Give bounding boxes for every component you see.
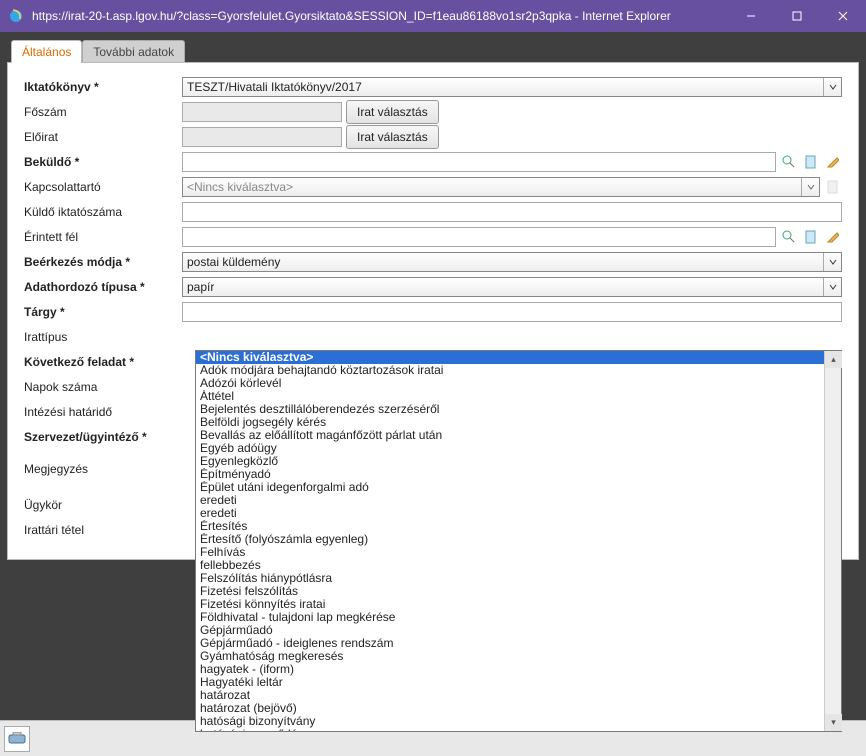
dropdown-option[interactable]: Értesítés <box>196 520 824 533</box>
scroll-up-icon[interactable]: ▴ <box>825 351 842 368</box>
label-targy: Tárgy * <box>24 305 182 319</box>
dropdown-option[interactable]: Bejelentés desztillálóberendezés szerzés… <box>196 403 824 416</box>
dropdown-option[interactable]: Felhívás <box>196 546 824 559</box>
dropdown-option[interactable]: hatósági szerződés <box>196 728 824 731</box>
label-erintett-fel: Érintett fél <box>24 230 182 244</box>
tabs: Általános További adatok <box>7 39 859 62</box>
dropdown-option[interactable]: <Nincs kiválasztva> <box>196 351 824 364</box>
dropdown-option[interactable]: határozat <box>196 689 824 702</box>
app-frame: Általános További adatok Iktatókönyv * T… <box>0 32 866 720</box>
input-eloirat[interactable] <box>182 127 342 147</box>
tab-tovabbi-adatok[interactable]: További adatok <box>82 40 185 63</box>
dropdown-option[interactable]: Bevallás az előállított magánfőzött párl… <box>196 429 824 442</box>
button-foszam-irat-valasztas[interactable]: Irat választás <box>346 100 439 124</box>
tab-altalanos[interactable]: Általános <box>11 40 82 63</box>
new-doc-icon[interactable] <box>802 228 820 246</box>
edit-icon[interactable] <box>824 153 842 171</box>
label-megjegyzes: Megjegyzés <box>24 462 182 476</box>
window-maximize-button[interactable] <box>774 0 820 32</box>
dropdown-option[interactable]: fellebbezés <box>196 559 824 572</box>
dropdown-option[interactable]: Építményadó <box>196 468 824 481</box>
window-minimize-button[interactable] <box>728 0 774 32</box>
dropdown-option[interactable]: Egyéb adóügy <box>196 442 824 455</box>
input-foszam[interactable] <box>182 102 342 122</box>
new-doc-icon[interactable] <box>824 178 842 196</box>
dropdown-list[interactable]: <Nincs kiválasztva>Adók módjára behajtan… <box>196 351 824 731</box>
dropdown-option[interactable]: határozat (bejövő) <box>196 702 824 715</box>
select-beerkezes-modja[interactable]: postai küldemény <box>182 252 842 272</box>
label-bekuldo: Beküldő * <box>24 155 182 169</box>
select-adathordozo-tipusa[interactable]: papír <box>182 277 842 297</box>
input-bekuldo[interactable] <box>182 152 776 172</box>
label-ugykor: Ügykör <box>24 498 182 512</box>
label-beerkezes-modja: Beérkezés módja * <box>24 255 182 269</box>
dropdown-option[interactable]: hatósági bizonyítvány <box>196 715 824 728</box>
select-beerkezes-modja-value: postai küldemény <box>187 255 280 269</box>
label-eloirat: Előirat <box>24 130 182 144</box>
dropdown-option[interactable]: Értesítő (folyószámla egyenleg) <box>196 533 824 546</box>
scrollbar[interactable]: ▴ ▾ <box>824 351 841 731</box>
label-adathordozo-tipusa: Adathordozó típusa * <box>24 280 182 294</box>
label-intezesi-hatarido: Intézési határidő <box>24 405 182 419</box>
window-title: https://irat-20-t.asp.lgov.hu/?class=Gyo… <box>32 9 728 23</box>
select-iktatokonyv[interactable]: TESZT/Hivatali Iktatókönyv/2017 <box>182 77 842 97</box>
select-iktatokonyv-value: TESZT/Hivatali Iktatókönyv/2017 <box>187 80 362 94</box>
chevron-down-icon <box>823 253 841 271</box>
label-foszam: Főszám <box>24 105 182 119</box>
search-icon[interactable] <box>780 228 798 246</box>
dropdown-irattipus-open: <Nincs kiválasztva>Adók módjára behajtan… <box>195 350 842 732</box>
dropdown-option[interactable]: Épület utáni idegenforgalmi adó <box>196 481 824 494</box>
label-kuldo-iktatoszama: Küldő iktatószáma <box>24 205 182 219</box>
label-kovetkezo-feladat: Következő feladat * <box>24 355 182 369</box>
select-adathordozo-tipusa-value: papír <box>187 280 214 294</box>
label-kapcsolattarto: Kapcsolattartó <box>24 180 182 194</box>
button-eloirat-irat-valasztas[interactable]: Irat választás <box>346 125 439 149</box>
label-iktatokonyv: Iktatókönyv * <box>24 80 182 94</box>
dropdown-option[interactable]: Egyenlegközlő <box>196 455 824 468</box>
dropdown-option[interactable]: Fizetési könnyítés iratai <box>196 598 824 611</box>
taskbar-app-icon[interactable] <box>4 726 30 752</box>
label-irattari-tetel: Irattári tétel <box>24 523 182 537</box>
dropdown-option[interactable]: eredeti <box>196 494 824 507</box>
chevron-down-icon <box>823 78 841 96</box>
select-kapcsolattarto-placeholder: <Nincs kiválasztva> <box>187 180 293 194</box>
new-doc-icon[interactable] <box>802 153 820 171</box>
input-kuldo-iktatoszama[interactable] <box>182 202 842 222</box>
input-targy[interactable] <box>182 302 842 322</box>
dropdown-option[interactable]: Belföldi jogsegély kérés <box>196 416 824 429</box>
dropdown-option[interactable]: Gépjárműadó <box>196 624 824 637</box>
label-irattipus: Irattípus <box>24 330 182 344</box>
dropdown-option[interactable]: eredeti <box>196 507 824 520</box>
label-szervezet-ugyintezo: Szervezet/ügyintéző * <box>24 430 182 444</box>
dropdown-option[interactable]: Adózói körlevél <box>196 377 824 390</box>
input-erintett-fel[interactable] <box>182 227 776 247</box>
ie-logo-icon <box>8 8 24 24</box>
form-panel: Iktatókönyv * TESZT/Hivatali Iktatókönyv… <box>7 62 859 560</box>
chevron-down-icon <box>823 278 841 296</box>
scroll-down-icon[interactable]: ▾ <box>825 714 842 731</box>
label-napok-szama: Napok száma <box>24 380 182 394</box>
search-icon[interactable] <box>780 153 798 171</box>
dropdown-option[interactable]: Gyámhatóság megkeresés <box>196 650 824 663</box>
select-kapcsolattarto[interactable]: <Nincs kiválasztva> <box>182 177 820 197</box>
dropdown-option[interactable]: Adók módjára behajtandó köztartozások ir… <box>196 364 824 377</box>
edit-icon[interactable] <box>824 228 842 246</box>
dropdown-option[interactable]: Áttétel <box>196 390 824 403</box>
dropdown-option[interactable]: Hagyatéki leltár <box>196 676 824 689</box>
window-close-button[interactable] <box>820 0 866 32</box>
dropdown-option[interactable]: Földhivatal - tulajdoni lap megkérése <box>196 611 824 624</box>
dropdown-option[interactable]: Fizetési felszólítás <box>196 585 824 598</box>
dropdown-option[interactable]: Felszólítás hiánypótlásra <box>196 572 824 585</box>
dropdown-option[interactable]: Gépjárműadó - ideiglenes rendszám <box>196 637 824 650</box>
dropdown-option[interactable]: hagyatek - (iform) <box>196 663 824 676</box>
window-titlebar: https://irat-20-t.asp.lgov.hu/?class=Gyo… <box>0 0 866 32</box>
chevron-down-icon <box>801 178 819 196</box>
